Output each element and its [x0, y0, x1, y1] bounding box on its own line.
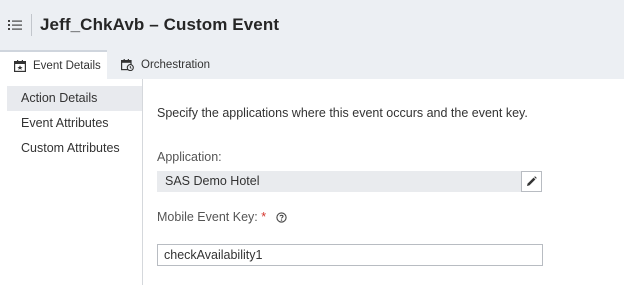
event-key-label-text: Mobile Event Key: [157, 210, 258, 224]
calendar-clock-icon [121, 58, 134, 71]
application-label: Application: [157, 150, 222, 164]
sidebar-item-action-details[interactable]: Action Details [7, 86, 142, 111]
calendar-star-icon [14, 59, 26, 72]
header-divider [31, 14, 32, 36]
tab-event-details[interactable]: Event Details [0, 50, 107, 79]
page-title: Jeff_ChkAvb – Custom Event [40, 15, 280, 34]
list-menu-icon[interactable] [2, 0, 28, 50]
pencil-icon [527, 176, 537, 186]
tab-label: Event Details [33, 59, 101, 72]
sidebar-item-custom-attributes[interactable]: Custom Attributes [0, 136, 142, 161]
mobile-event-key-input[interactable] [157, 244, 543, 266]
main-panel: Specify the applications where this even… [143, 79, 624, 285]
application-field: SAS Demo Hotel [157, 171, 542, 192]
question-circle-icon[interactable] [275, 212, 287, 226]
tab-label: Orchestration [141, 58, 211, 71]
page-header: Jeff_ChkAvb – Custom Event [0, 0, 624, 50]
required-marker: * [261, 210, 267, 224]
tab-orchestration[interactable]: Orchestration [121, 50, 210, 79]
tab-bar: Event Details Orchestration [0, 50, 624, 79]
edit-application-button[interactable] [521, 171, 542, 192]
sidebar: Action Details Event Attributes Custom A… [0, 79, 143, 285]
event-key-label: Mobile Event Key: * [157, 210, 287, 226]
sidebar-item-event-attributes[interactable]: Event Attributes [0, 111, 142, 136]
intro-text: Specify the applications where this even… [157, 106, 528, 120]
